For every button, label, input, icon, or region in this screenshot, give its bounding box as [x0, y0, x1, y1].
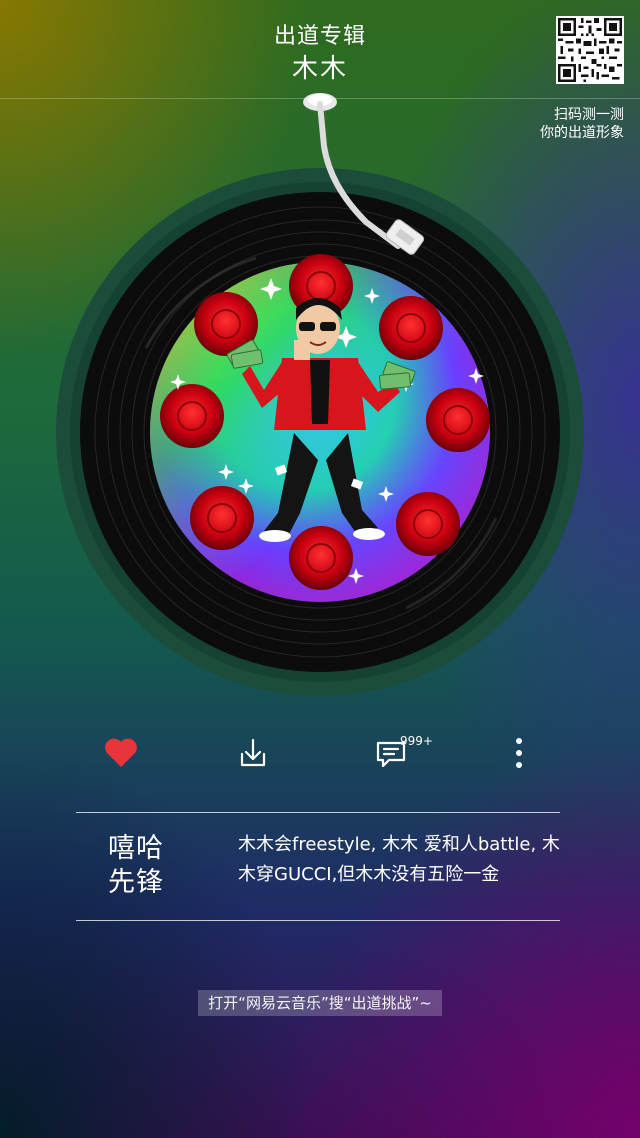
qr-caption-line1: 扫码测一测 [554, 107, 624, 123]
top-divider [76, 812, 560, 813]
genre-label: 嘻哈 先锋 [108, 832, 164, 900]
comment-button[interactable]: 999+ [366, 728, 433, 778]
download-icon [240, 738, 266, 767]
action-bar: 999+ [0, 728, 640, 778]
header: 出道专辑 木木 [0, 0, 640, 99]
qr-caption-line2: 你的出道形象 [540, 125, 624, 141]
like-button[interactable] [96, 728, 146, 778]
qr-code[interactable] [556, 16, 624, 84]
footer-hint: 打开“网易云音乐”搜“出道挑战”~ [0, 990, 640, 1016]
bottom-divider [76, 920, 560, 921]
tonearm [303, 93, 425, 255]
genre-line1: 嘻哈 [108, 833, 164, 864]
qr-caption: 扫码测一测 你的出道形象 [540, 106, 624, 142]
more-button[interactable] [494, 728, 544, 778]
lyrics-text: 木木会freestyle, 木木 爱和人battle, 木木穿GUCCI,但木木… [238, 834, 560, 885]
download-button[interactable] [228, 728, 278, 778]
artist-name: 木木 [291, 54, 348, 84]
page-title: 出道专辑 [273, 24, 366, 49]
more-vertical-icon [516, 738, 522, 768]
footer-hint-text: 打开“网易云音乐”搜“出道挑战”~ [198, 990, 442, 1016]
heart-icon [105, 738, 137, 767]
comment-count-badge: 999+ [400, 734, 433, 748]
genre-line2: 先锋 [108, 867, 164, 898]
